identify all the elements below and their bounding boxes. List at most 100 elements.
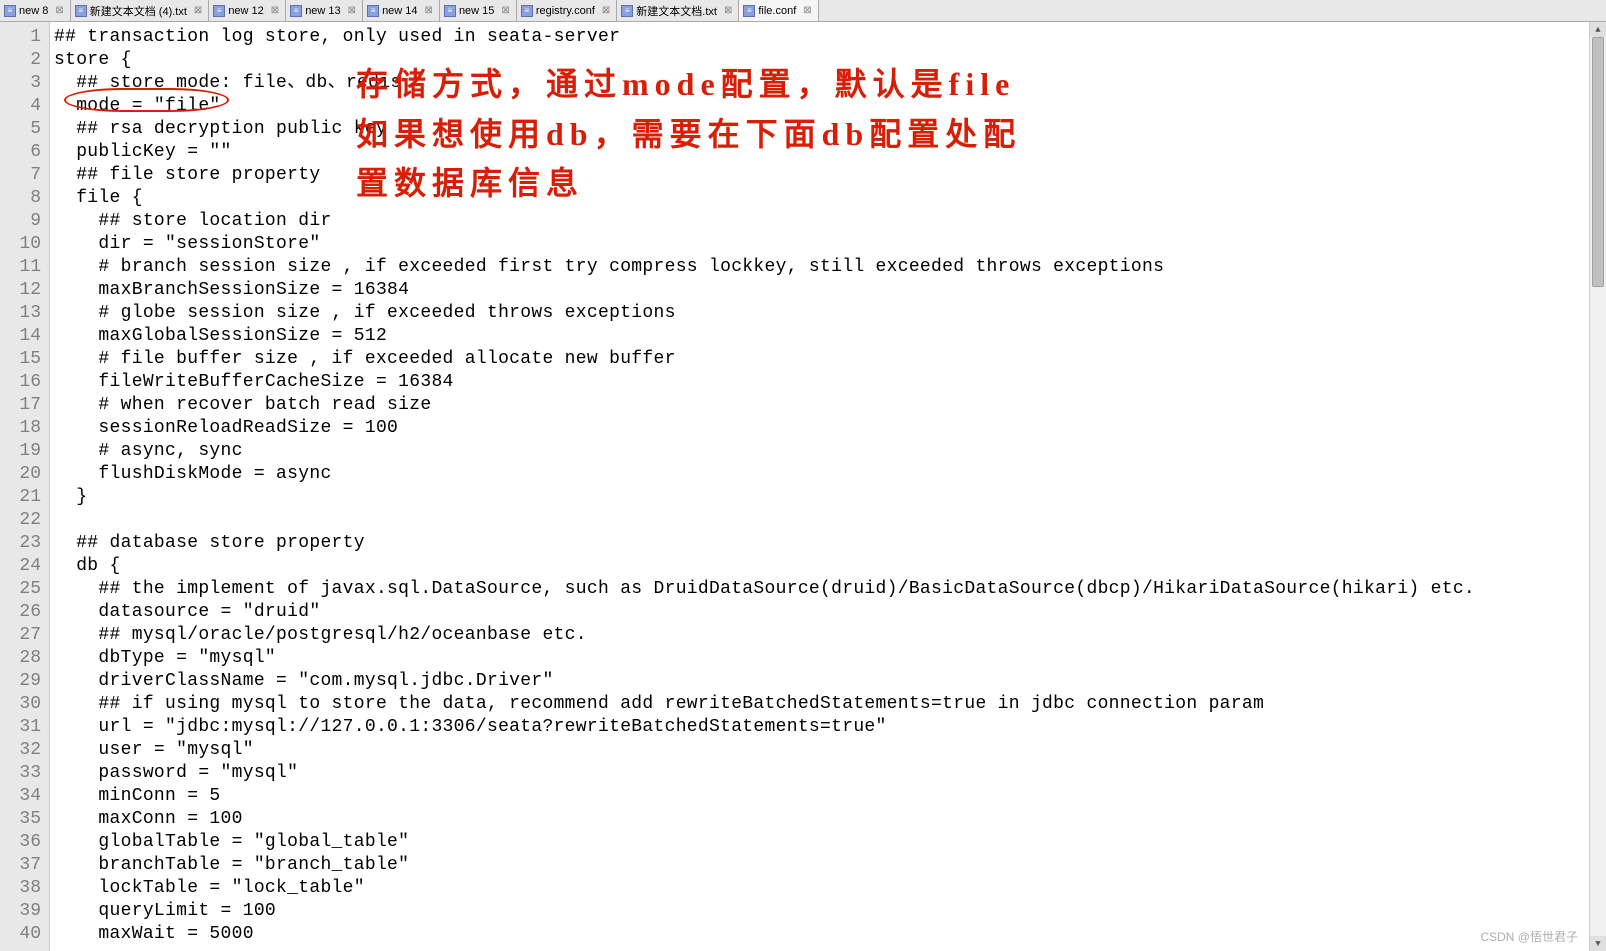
code-line[interactable]: minConn = 5 (54, 785, 1606, 808)
code-line[interactable]: # branch session size , if exceeded firs… (54, 256, 1606, 279)
line-number: 3 (0, 72, 49, 95)
code-line[interactable]: ## store mode: file、db、redis (54, 72, 1606, 95)
line-number: 33 (0, 762, 49, 785)
code-line[interactable]: mode = "file" (54, 95, 1606, 118)
line-number: 22 (0, 509, 49, 532)
line-number: 32 (0, 739, 49, 762)
line-number: 12 (0, 279, 49, 302)
code-line[interactable]: maxBranchSessionSize = 16384 (54, 279, 1606, 302)
code-line[interactable]: dir = "sessionStore" (54, 233, 1606, 256)
tab-new-12[interactable]: ≡new 12 ⊠ (209, 0, 286, 21)
line-number-gutter: 1234567891011121314151617181920212223242… (0, 22, 50, 951)
line-number: 18 (0, 417, 49, 440)
line-number: 25 (0, 578, 49, 601)
scroll-up-button[interactable]: ▲ (1590, 22, 1606, 37)
scrollbar-thumb[interactable] (1592, 37, 1604, 287)
code-line[interactable]: ## if using mysql to store the data, rec… (54, 693, 1606, 716)
code-line[interactable]: # globe session size , if exceeded throw… (54, 302, 1606, 325)
close-icon[interactable]: ⊠ (269, 5, 281, 16)
close-icon[interactable]: ⊠ (192, 5, 204, 16)
line-number: 7 (0, 164, 49, 187)
editor-pane: 1234567891011121314151617181920212223242… (0, 22, 1606, 951)
code-line[interactable]: ## store location dir (54, 210, 1606, 233)
close-icon[interactable]: ⊠ (722, 5, 734, 16)
code-line[interactable]: publicKey = "" (54, 141, 1606, 164)
line-number: 35 (0, 808, 49, 831)
code-line[interactable]: datasource = "druid" (54, 601, 1606, 624)
code-line[interactable]: branchTable = "branch_table" (54, 854, 1606, 877)
code-line[interactable] (54, 509, 1606, 532)
tab-new-13[interactable]: ≡new 13⊠ (286, 0, 363, 21)
code-line[interactable]: password = "mysql" (54, 762, 1606, 785)
code-line[interactable]: queryLimit = 100 (54, 900, 1606, 923)
line-number: 14 (0, 325, 49, 348)
line-number: 29 (0, 670, 49, 693)
code-line[interactable]: driverClassName = "com.mysql.jdbc.Driver… (54, 670, 1606, 693)
code-area[interactable]: ## transaction log store, only used in s… (50, 22, 1606, 951)
close-icon[interactable]: ⊠ (346, 5, 358, 16)
line-number: 36 (0, 831, 49, 854)
file-icon: ≡ (743, 5, 755, 17)
code-line[interactable]: fileWriteBufferCacheSize = 16384 (54, 371, 1606, 394)
code-line[interactable]: # async, sync (54, 440, 1606, 463)
code-line[interactable]: dbType = "mysql" (54, 647, 1606, 670)
code-line[interactable]: db { (54, 555, 1606, 578)
close-icon[interactable]: ⊠ (801, 5, 813, 16)
tab-label: registry.conf (536, 5, 595, 17)
file-icon: ≡ (290, 5, 302, 17)
tab--txt[interactable]: ≡新建文本文档.txt⊠ (617, 0, 739, 21)
tab-new-14[interactable]: ≡new 14 ⊠ (363, 0, 440, 21)
code-line[interactable]: maxGlobalSessionSize = 512 (54, 325, 1606, 348)
tab-label: new 12 (228, 5, 263, 17)
line-number: 17 (0, 394, 49, 417)
line-number: 8 (0, 187, 49, 210)
line-number: 39 (0, 900, 49, 923)
close-icon[interactable]: ⊠ (53, 5, 65, 16)
tab-label: 新建文本文档.txt (636, 3, 717, 19)
code-line[interactable]: ## database store property (54, 532, 1606, 555)
line-number: 13 (0, 302, 49, 325)
file-icon: ≡ (367, 5, 379, 17)
file-icon: ≡ (213, 5, 225, 17)
code-line[interactable]: user = "mysql" (54, 739, 1606, 762)
line-number: 28 (0, 647, 49, 670)
code-line[interactable]: ## the implement of javax.sql.DataSource… (54, 578, 1606, 601)
code-line[interactable]: ## file store property (54, 164, 1606, 187)
line-number: 21 (0, 486, 49, 509)
line-number: 27 (0, 624, 49, 647)
code-line[interactable]: } (54, 486, 1606, 509)
line-number: 11 (0, 256, 49, 279)
line-number: 30 (0, 693, 49, 716)
close-icon[interactable]: ⊠ (499, 5, 511, 16)
close-icon[interactable]: ⊠ (423, 5, 435, 16)
line-number: 34 (0, 785, 49, 808)
tab-file-conf[interactable]: ≡file.conf⊠ (739, 0, 818, 21)
tab-new-8[interactable]: ≡new 8⊠ (0, 0, 71, 21)
line-number: 6 (0, 141, 49, 164)
code-line[interactable]: flushDiskMode = async (54, 463, 1606, 486)
code-line[interactable]: maxConn = 100 (54, 808, 1606, 831)
code-line[interactable]: globalTable = "global_table" (54, 831, 1606, 854)
line-number: 16 (0, 371, 49, 394)
code-line[interactable]: lockTable = "lock_table" (54, 877, 1606, 900)
code-line[interactable]: url = "jdbc:mysql://127.0.0.1:3306/seata… (54, 716, 1606, 739)
code-line[interactable]: # when recover batch read size (54, 394, 1606, 417)
tab--4-txt[interactable]: ≡新建文本文档 (4).txt⊠ (71, 0, 210, 21)
code-line[interactable]: maxWait = 5000 (54, 923, 1606, 946)
code-line[interactable]: ## transaction log store, only used in s… (54, 26, 1606, 49)
code-line[interactable]: # file buffer size , if exceeded allocat… (54, 348, 1606, 371)
code-line[interactable]: file { (54, 187, 1606, 210)
tab-registry-conf[interactable]: ≡registry.conf⊠ (517, 0, 617, 21)
tab-label: new 14 (382, 5, 417, 17)
tab-new-15[interactable]: ≡new 15⊠ (440, 0, 517, 21)
tab-label: new 8 (19, 5, 48, 17)
code-line[interactable]: store { (54, 49, 1606, 72)
line-number: 5 (0, 118, 49, 141)
close-icon[interactable]: ⊠ (600, 5, 612, 16)
code-line[interactable]: ## mysql/oracle/postgresql/h2/oceanbase … (54, 624, 1606, 647)
code-line[interactable]: sessionReloadReadSize = 100 (54, 417, 1606, 440)
vertical-scrollbar[interactable]: ▲ ▼ (1589, 22, 1606, 951)
line-number: 4 (0, 95, 49, 118)
scroll-down-button[interactable]: ▼ (1590, 936, 1606, 951)
code-line[interactable]: ## rsa decryption public key (54, 118, 1606, 141)
